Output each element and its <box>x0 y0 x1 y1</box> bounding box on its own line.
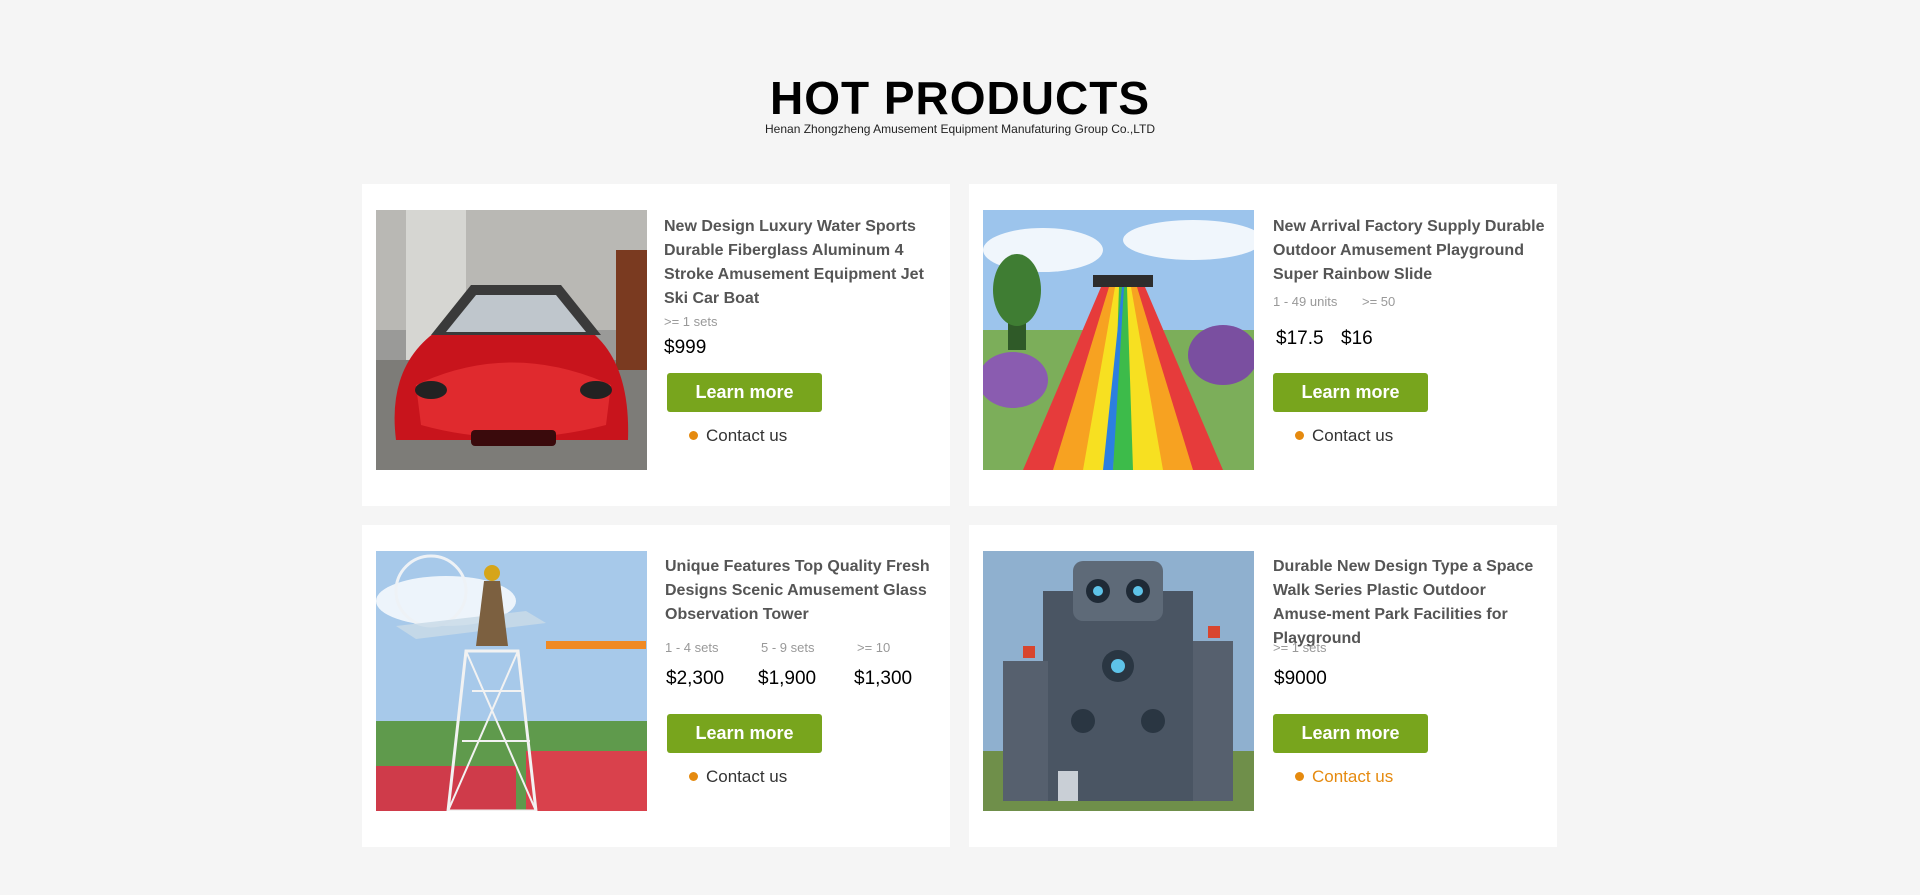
bullet-dot-icon <box>689 431 698 440</box>
price-value: $1,300 <box>854 668 913 689</box>
product-card-jet-ski-car: New Design Luxury Water Sports Durable F… <box>362 184 950 506</box>
price-value: $16 <box>1341 328 1373 349</box>
tier-label: >= 1 sets <box>1273 640 1327 655</box>
bullet-dot-icon <box>1295 772 1304 781</box>
learn-more-button[interactable]: Learn more <box>1273 714 1428 753</box>
product-card-observation-tower: Unique Features Top Quality Fresh Design… <box>362 525 950 847</box>
bullet-dot-icon <box>1295 431 1304 440</box>
tier-label: >= 10 <box>857 640 891 655</box>
learn-more-button[interactable]: Learn more <box>667 373 822 412</box>
bullet-dot-icon <box>689 772 698 781</box>
tier-label: 1 - 49 units <box>1273 294 1338 309</box>
price-value: $1,900 <box>758 668 817 689</box>
learn-more-button[interactable]: Learn more <box>667 714 822 753</box>
contact-us-link[interactable]: Contact us <box>689 426 787 446</box>
product-image-rainbow-slide[interactable] <box>983 210 1254 470</box>
price-value: $17.5 <box>1276 328 1324 349</box>
section-subtitle: Henan Zhongzheng Amusement Equipment Man… <box>765 122 1155 136</box>
product-title[interactable]: Unique Features Top Quality Fresh Design… <box>665 555 940 627</box>
product-title[interactable]: New Arrival Factory Supply Durable Outdo… <box>1273 215 1548 287</box>
product-image-red-car[interactable] <box>376 210 647 470</box>
contact-us-link[interactable]: Contact us <box>1295 426 1393 446</box>
contact-us-label: Contact us <box>1312 767 1394 786</box>
tier-label: 1 - 4 sets <box>665 640 719 655</box>
price-value: $2,300 <box>666 668 725 689</box>
product-card-rainbow-slide: New Arrival Factory Supply Durable Outdo… <box>969 184 1557 506</box>
contact-us-label: Contact us <box>706 426 788 445</box>
contact-us-label: Contact us <box>1312 426 1394 445</box>
tier-label: >= 1 sets <box>664 314 718 329</box>
product-image-robot-playground[interactable] <box>983 551 1254 811</box>
product-title[interactable]: New Design Luxury Water Sports Durable F… <box>664 215 939 311</box>
contact-us-label: Contact us <box>706 767 788 786</box>
price-value: $9000 <box>1274 668 1327 689</box>
tier-label: >= 50 <box>1362 294 1396 309</box>
section-title: HOT PRODUCTS <box>770 72 1150 124</box>
learn-more-button[interactable]: Learn more <box>1273 373 1428 412</box>
product-title[interactable]: Durable New Design Type a Space Walk Ser… <box>1273 555 1548 651</box>
product-card-space-walk-playground: Durable New Design Type a Space Walk Ser… <box>969 525 1557 847</box>
tier-label: 5 - 9 sets <box>761 640 815 655</box>
price-value: $999 <box>664 337 707 358</box>
contact-us-link[interactable]: Contact us <box>1295 767 1393 787</box>
contact-us-link[interactable]: Contact us <box>689 767 787 787</box>
product-image-observation-tower[interactable] <box>376 551 647 811</box>
